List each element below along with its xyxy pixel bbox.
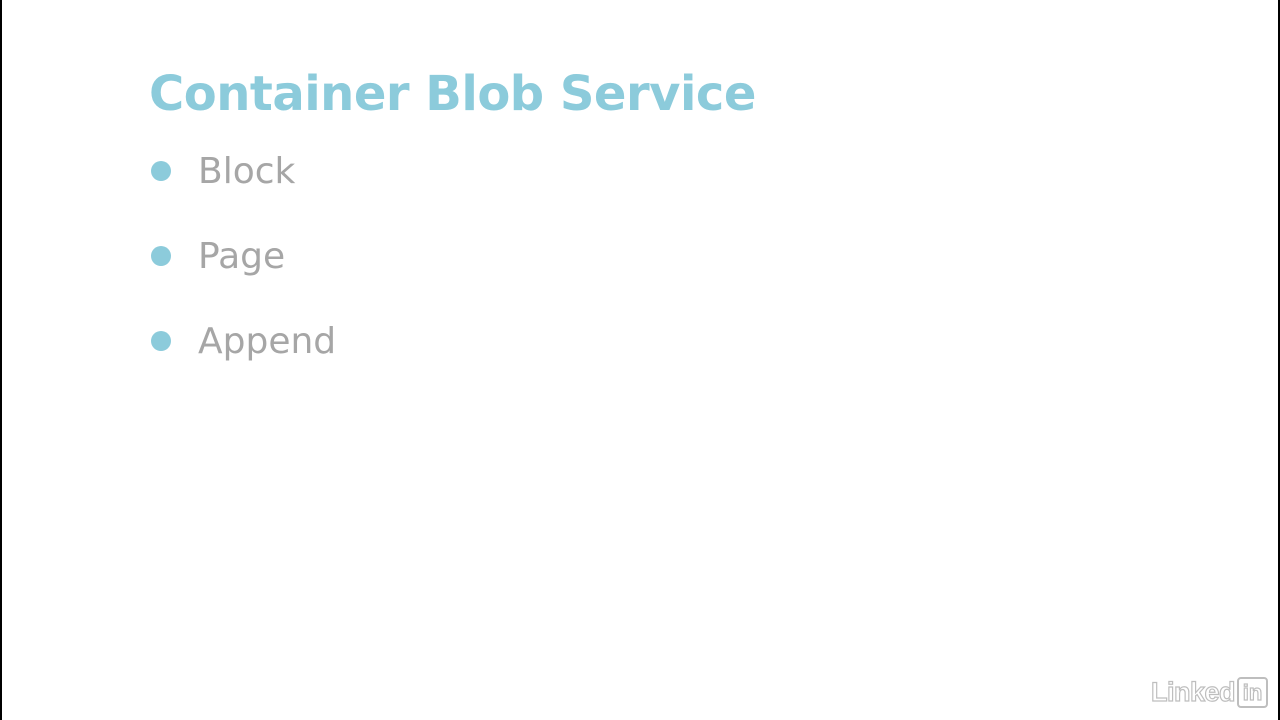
bullet-label: Block (198, 150, 296, 192)
list-item: Append (149, 313, 336, 369)
bullet-label: Append (198, 320, 337, 362)
logo-box-text: in (1242, 679, 1263, 705)
slide: Container Blob Service Block Page Append… (2, 0, 1278, 720)
bullet-dot-icon (151, 161, 171, 181)
list-item: Block (149, 143, 336, 199)
logo-in-box: in (1237, 677, 1268, 708)
bullet-dot-icon (151, 246, 171, 266)
list-item: Page (149, 228, 336, 284)
logo-text: Linked (1150, 676, 1236, 707)
linkedin-logo: Linked in (1150, 676, 1268, 708)
bullet-list: Block Page Append (149, 143, 336, 398)
slide-title: Container Blob Service (149, 66, 756, 122)
bullet-dot-icon (151, 331, 171, 351)
bullet-label: Page (198, 235, 286, 277)
